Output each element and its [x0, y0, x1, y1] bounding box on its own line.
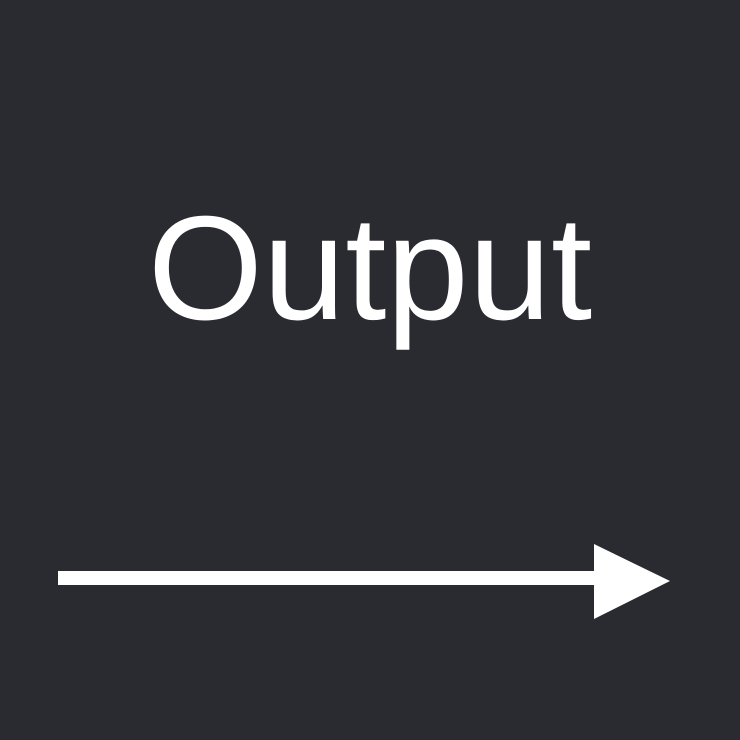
output-label: Output — [147, 186, 593, 351]
output-panel: Output — [0, 0, 740, 740]
arrow-right-icon — [58, 540, 672, 624]
